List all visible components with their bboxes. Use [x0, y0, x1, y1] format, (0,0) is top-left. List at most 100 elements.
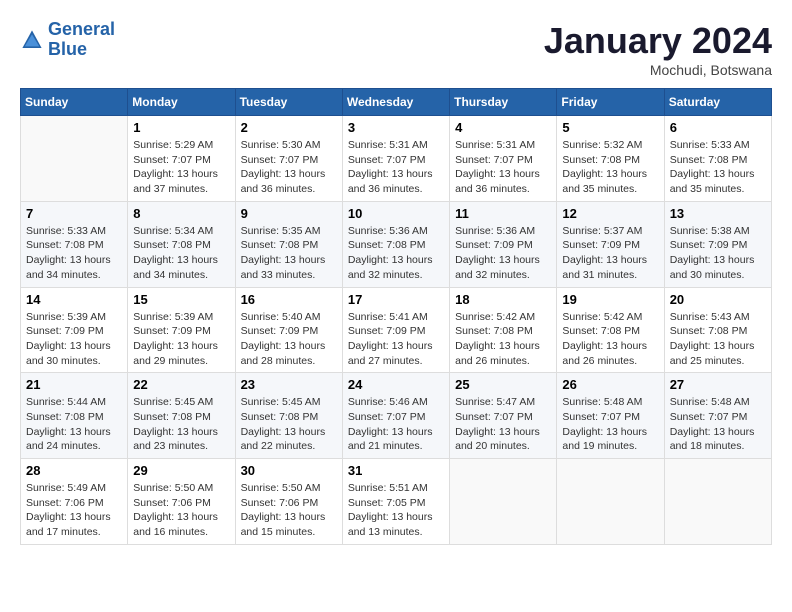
day-info: Sunrise: 5:29 AMSunset: 7:07 PMDaylight:…: [133, 138, 229, 197]
logo-icon: [20, 28, 44, 52]
day-number: 26: [562, 377, 658, 392]
calendar-cell: 28 Sunrise: 5:49 AMSunset: 7:06 PMDayligh…: [21, 459, 128, 545]
day-info: Sunrise: 5:50 AMSunset: 7:06 PMDaylight:…: [133, 481, 229, 540]
day-number: 18: [455, 292, 551, 307]
calendar-cell: 8 Sunrise: 5:34 AMSunset: 7:08 PMDaylight…: [128, 201, 235, 287]
calendar-cell: 17Sunrise: 5:41 AMSunset: 7:09 PMDayligh…: [342, 287, 449, 373]
calendar-cell: 1 Sunrise: 5:29 AMSunset: 7:07 PMDaylight…: [128, 116, 235, 202]
day-number: 12: [562, 206, 658, 221]
day-number: 29: [133, 463, 229, 478]
day-info: Sunrise: 5:47 AMSunset: 7:07 PMDaylight:…: [455, 395, 551, 454]
calendar-cell: 26 Sunrise: 5:48 AMSunset: 7:07 PMDayligh…: [557, 373, 664, 459]
calendar-cell: 23 Sunrise: 5:45 AMSunset: 7:08 PMDayligh…: [235, 373, 342, 459]
weekday-header-sunday: Sunday: [21, 89, 128, 116]
logo-line2: Blue: [48, 39, 87, 59]
day-number: 15: [133, 292, 229, 307]
calendar-cell: 2 Sunrise: 5:30 AMSunset: 7:07 PMDaylight…: [235, 116, 342, 202]
month-title: January 2024: [544, 20, 772, 62]
day-info: Sunrise: 5:49 AMSunset: 7:06 PMDaylight:…: [26, 481, 122, 540]
weekday-header-tuesday: Tuesday: [235, 89, 342, 116]
day-info: Sunrise: 5:31 AMSunset: 7:07 PMDaylight:…: [455, 138, 551, 197]
day-info: Sunrise: 5:31 AMSunset: 7:07 PMDaylight:…: [348, 138, 444, 197]
calendar-week-row: 1 Sunrise: 5:29 AMSunset: 7:07 PMDaylight…: [21, 116, 772, 202]
weekday-header-thursday: Thursday: [450, 89, 557, 116]
day-number: 28: [26, 463, 122, 478]
day-info: Sunrise: 5:30 AMSunset: 7:07 PMDaylight:…: [241, 138, 337, 197]
day-info: Sunrise: 5:39 AMSunset: 7:09 PMDaylight:…: [26, 310, 122, 369]
day-number: 2: [241, 120, 337, 135]
calendar-cell: 11 Sunrise: 5:36 AMSunset: 7:09 PMDayligh…: [450, 201, 557, 287]
weekday-header-monday: Monday: [128, 89, 235, 116]
day-info: Sunrise: 5:40 AMSunset: 7:09 PMDaylight:…: [241, 310, 337, 369]
day-info: Sunrise: 5:44 AMSunset: 7:08 PMDaylight:…: [26, 395, 122, 454]
day-info: Sunrise: 5:48 AMSunset: 7:07 PMDaylight:…: [562, 395, 658, 454]
calendar-week-row: 7 Sunrise: 5:33 AMSunset: 7:08 PMDaylight…: [21, 201, 772, 287]
day-number: 6: [670, 120, 766, 135]
day-number: 14: [26, 292, 122, 307]
day-number: 19: [562, 292, 658, 307]
day-number: 11: [455, 206, 551, 221]
day-number: 8: [133, 206, 229, 221]
day-info: Sunrise: 5:36 AMSunset: 7:08 PMDaylight:…: [348, 224, 444, 283]
calendar-cell: 15Sunrise: 5:39 AMSunset: 7:09 PMDayligh…: [128, 287, 235, 373]
day-number: 16: [241, 292, 337, 307]
day-info: Sunrise: 5:38 AMSunset: 7:09 PMDaylight:…: [670, 224, 766, 283]
day-info: Sunrise: 5:33 AMSunset: 7:08 PMDaylight:…: [26, 224, 122, 283]
calendar-cell: [664, 459, 771, 545]
logo-line1: General: [48, 19, 115, 39]
day-info: Sunrise: 5:45 AMSunset: 7:08 PMDaylight:…: [133, 395, 229, 454]
day-number: 3: [348, 120, 444, 135]
calendar-cell: 18 Sunrise: 5:42 AMSunset: 7:08 PMDayligh…: [450, 287, 557, 373]
calendar-cell: [450, 459, 557, 545]
day-info: Sunrise: 5:45 AMSunset: 7:08 PMDaylight:…: [241, 395, 337, 454]
calendar-cell: 10 Sunrise: 5:36 AMSunset: 7:08 PMDayligh…: [342, 201, 449, 287]
day-info: Sunrise: 5:42 AMSunset: 7:08 PMDaylight:…: [455, 310, 551, 369]
calendar-cell: 22 Sunrise: 5:45 AMSunset: 7:08 PMDayligh…: [128, 373, 235, 459]
calendar-week-row: 28 Sunrise: 5:49 AMSunset: 7:06 PMDayligh…: [21, 459, 772, 545]
weekday-header-wednesday: Wednesday: [342, 89, 449, 116]
calendar-cell: 3 Sunrise: 5:31 AMSunset: 7:07 PMDaylight…: [342, 116, 449, 202]
calendar-cell: 31Sunrise: 5:51 AMSunset: 7:05 PMDayligh…: [342, 459, 449, 545]
calendar-cell: 5Sunrise: 5:32 AMSunset: 7:08 PMDaylight…: [557, 116, 664, 202]
day-number: 23: [241, 377, 337, 392]
calendar-cell: 29 Sunrise: 5:50 AMSunset: 7:06 PMDayligh…: [128, 459, 235, 545]
day-info: Sunrise: 5:41 AMSunset: 7:09 PMDaylight:…: [348, 310, 444, 369]
calendar-table: SundayMondayTuesdayWednesdayThursdayFrid…: [20, 88, 772, 545]
calendar-cell: 19 Sunrise: 5:42 AMSunset: 7:08 PMDayligh…: [557, 287, 664, 373]
day-number: 22: [133, 377, 229, 392]
day-number: 4: [455, 120, 551, 135]
location: Mochudi, Botswana: [544, 62, 772, 78]
logo: General Blue: [20, 20, 115, 60]
day-info: Sunrise: 5:46 AMSunset: 7:07 PMDaylight:…: [348, 395, 444, 454]
calendar-cell: 14 Sunrise: 5:39 AMSunset: 7:09 PMDayligh…: [21, 287, 128, 373]
calendar-cell: 27Sunrise: 5:48 AMSunset: 7:07 PMDayligh…: [664, 373, 771, 459]
weekday-header-friday: Friday: [557, 89, 664, 116]
calendar-cell: 12 Sunrise: 5:37 AMSunset: 7:09 PMDayligh…: [557, 201, 664, 287]
day-info: Sunrise: 5:51 AMSunset: 7:05 PMDaylight:…: [348, 481, 444, 540]
calendar-week-row: 21 Sunrise: 5:44 AMSunset: 7:08 PMDayligh…: [21, 373, 772, 459]
day-info: Sunrise: 5:42 AMSunset: 7:08 PMDaylight:…: [562, 310, 658, 369]
day-number: 24: [348, 377, 444, 392]
day-number: 7: [26, 206, 122, 221]
weekday-header-saturday: Saturday: [664, 89, 771, 116]
calendar-cell: 21 Sunrise: 5:44 AMSunset: 7:08 PMDayligh…: [21, 373, 128, 459]
calendar-cell: 24 Sunrise: 5:46 AMSunset: 7:07 PMDayligh…: [342, 373, 449, 459]
day-number: 10: [348, 206, 444, 221]
day-info: Sunrise: 5:33 AMSunset: 7:08 PMDaylight:…: [670, 138, 766, 197]
page-header: General Blue January 2024 Mochudi, Botsw…: [20, 20, 772, 78]
calendar-cell: 6 Sunrise: 5:33 AMSunset: 7:08 PMDaylight…: [664, 116, 771, 202]
day-info: Sunrise: 5:37 AMSunset: 7:09 PMDaylight:…: [562, 224, 658, 283]
day-number: 13: [670, 206, 766, 221]
day-number: 30: [241, 463, 337, 478]
title-block: January 2024 Mochudi, Botswana: [544, 20, 772, 78]
calendar-cell: 16 Sunrise: 5:40 AMSunset: 7:09 PMDayligh…: [235, 287, 342, 373]
day-number: 21: [26, 377, 122, 392]
day-info: Sunrise: 5:43 AMSunset: 7:08 PMDaylight:…: [670, 310, 766, 369]
day-number: 1: [133, 120, 229, 135]
day-info: Sunrise: 5:36 AMSunset: 7:09 PMDaylight:…: [455, 224, 551, 283]
day-number: 27: [670, 377, 766, 392]
day-number: 5: [562, 120, 658, 135]
day-info: Sunrise: 5:34 AMSunset: 7:08 PMDaylight:…: [133, 224, 229, 283]
calendar-cell: 25Sunrise: 5:47 AMSunset: 7:07 PMDayligh…: [450, 373, 557, 459]
day-info: Sunrise: 5:50 AMSunset: 7:06 PMDaylight:…: [241, 481, 337, 540]
